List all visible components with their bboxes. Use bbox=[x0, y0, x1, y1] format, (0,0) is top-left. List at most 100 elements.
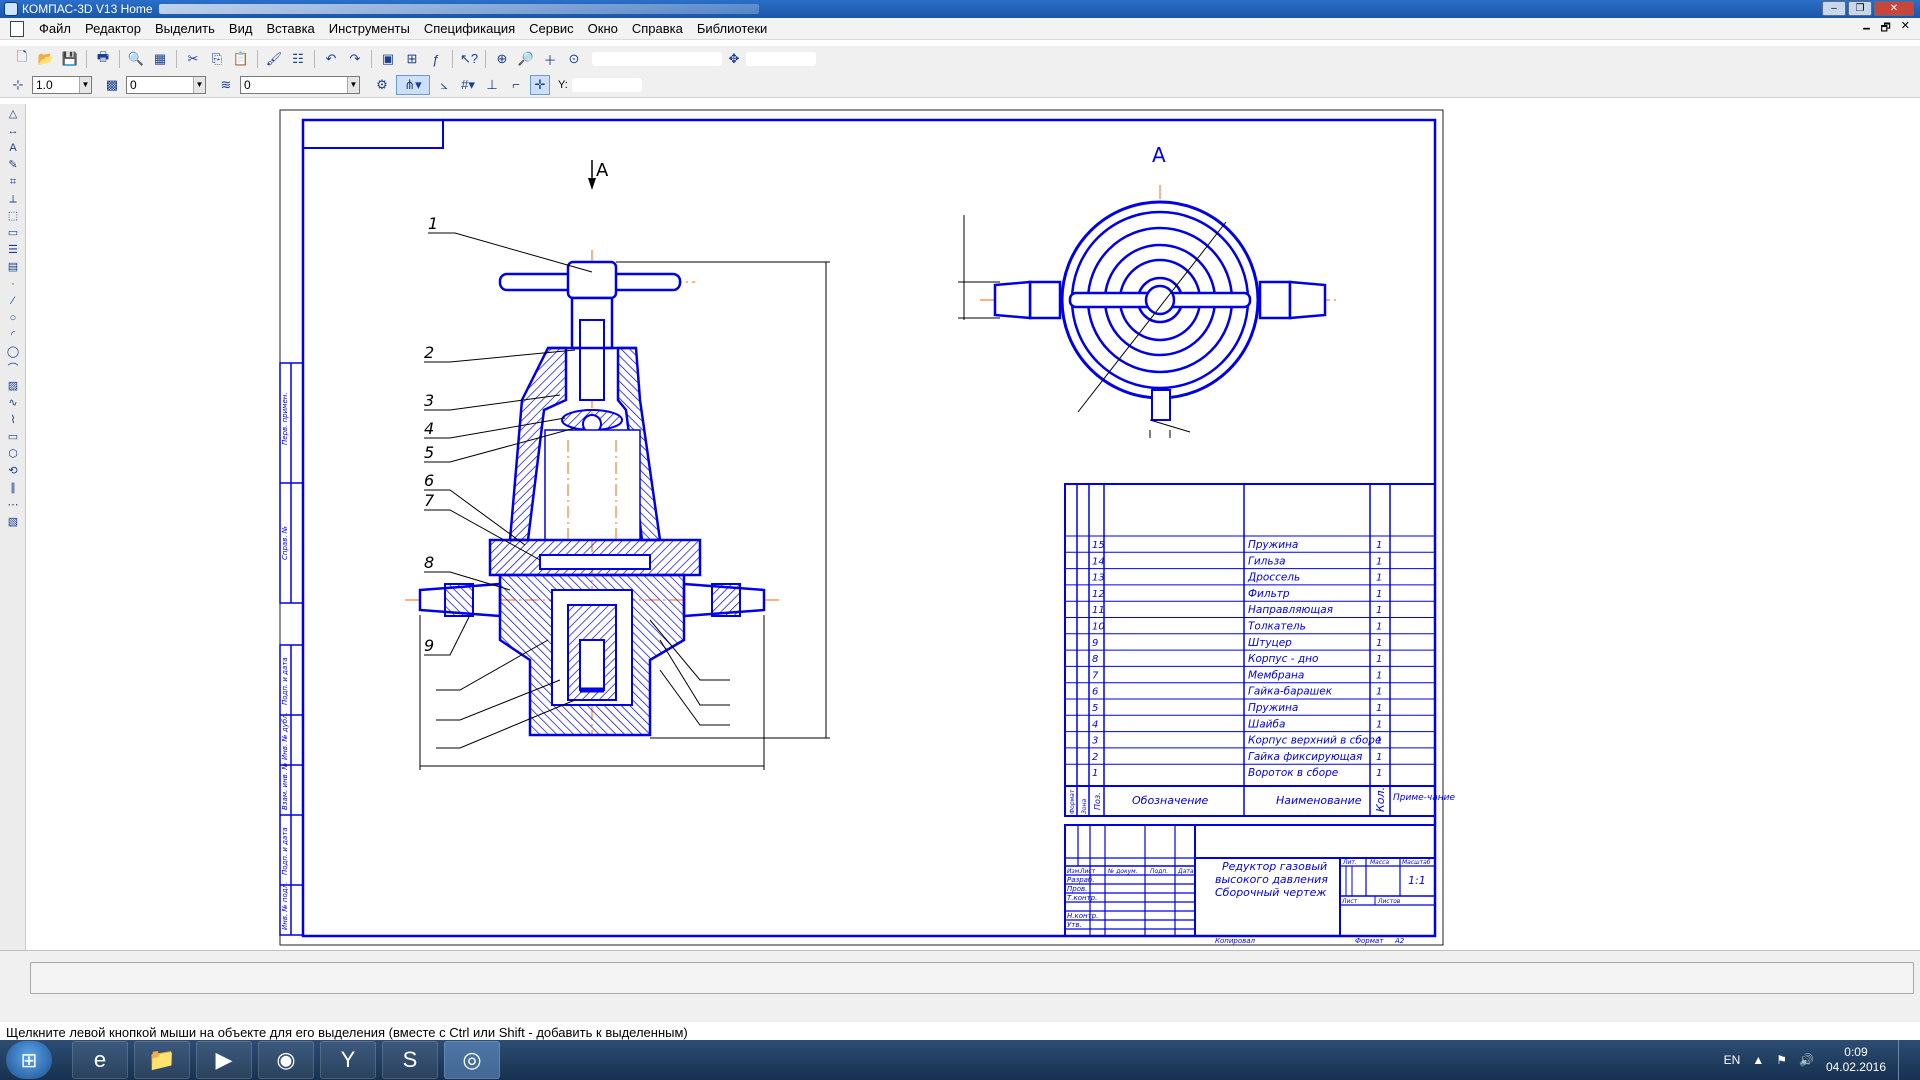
cut-icon[interactable]: ✂ bbox=[183, 49, 203, 69]
ortho-icon[interactable]: ⌐ bbox=[506, 75, 526, 95]
zoom-all-icon[interactable]: 🔎 bbox=[516, 49, 536, 69]
menu-libraries[interactable]: Библиотеки bbox=[690, 21, 774, 36]
tray-expand-icon[interactable]: ▲ bbox=[1752, 1053, 1764, 1067]
zoom-field-redacted[interactable] bbox=[592, 52, 722, 66]
chrome-icon[interactable]: ◉ bbox=[258, 1041, 314, 1079]
grid-step-icon[interactable]: ⊹ bbox=[8, 75, 28, 95]
spec-tools-icon[interactable]: ☰ bbox=[4, 243, 22, 257]
print-icon[interactable]: 🖶 bbox=[93, 49, 113, 69]
menu-specification[interactable]: Спецификация bbox=[417, 21, 522, 36]
network-icon[interactable]: ⚑ bbox=[1776, 1053, 1787, 1067]
ellipse-icon[interactable]: ◯ bbox=[4, 345, 22, 359]
contour-icon[interactable]: ⟲ bbox=[4, 464, 22, 478]
style-combo[interactable]: 0 ▼ bbox=[240, 75, 360, 94]
clock[interactable]: 0:09 04.02.2016 bbox=[1826, 1045, 1886, 1075]
polyline-icon[interactable]: ⌇ bbox=[4, 413, 22, 427]
menu-service[interactable]: Сервис bbox=[522, 21, 581, 36]
file-explorer-icon[interactable]: 📁 bbox=[134, 1041, 190, 1079]
local-cs-icon[interactable]: ⊥ bbox=[482, 75, 502, 95]
equidistant-icon[interactable]: ∥ bbox=[4, 481, 22, 495]
zoom-in-icon[interactable]: ＋ bbox=[540, 49, 560, 69]
paste-icon[interactable]: 📋 bbox=[231, 49, 251, 69]
view-layer-icon[interactable]: ▩ bbox=[102, 75, 122, 95]
menu-insert[interactable]: Вставка bbox=[259, 21, 321, 36]
help-pointer-icon[interactable]: ↖? bbox=[459, 49, 479, 69]
maximize-button[interactable]: ❐ bbox=[1848, 1, 1872, 16]
measure-icon[interactable]: ⟂ bbox=[4, 192, 22, 206]
media-player-icon[interactable]: ▶ bbox=[196, 1041, 252, 1079]
parameters-icon[interactable]: ⚙ bbox=[372, 75, 392, 95]
cursor-snap-icon[interactable]: ✛ bbox=[530, 74, 550, 95]
symbols-tools-icon[interactable]: A bbox=[4, 141, 22, 155]
views-tools-icon[interactable]: ▭ bbox=[4, 226, 22, 240]
fill-icon[interactable]: ▧ bbox=[4, 515, 22, 529]
manager-icon[interactable]: ☷ bbox=[288, 49, 308, 69]
arc-icon[interactable]: ◜ bbox=[4, 328, 22, 342]
step-combo[interactable]: 1.0 ▼ bbox=[32, 75, 92, 94]
point-icon[interactable]: · bbox=[4, 277, 22, 291]
snap-magnet-icon[interactable]: ⋔▾ bbox=[396, 74, 430, 95]
polygon-icon[interactable]: ⬡ bbox=[4, 447, 22, 461]
menu-editor[interactable]: Редактор bbox=[78, 21, 148, 36]
editing-tools-icon[interactable]: ✎ bbox=[4, 158, 22, 172]
properties-icon[interactable]: ▦ bbox=[150, 49, 170, 69]
undo-icon[interactable]: ↶ bbox=[321, 49, 341, 69]
open-folder-icon[interactable]: 📂 bbox=[36, 49, 56, 69]
coordinates-field[interactable] bbox=[571, 77, 642, 92]
line-icon[interactable]: ⁄ bbox=[4, 294, 22, 308]
circle-icon[interactable]: ○ bbox=[4, 311, 22, 325]
print-preview-icon[interactable]: 🔍 bbox=[126, 49, 146, 69]
menu-help[interactable]: Справка bbox=[625, 21, 690, 36]
geometry-tools-icon[interactable]: △ bbox=[4, 107, 22, 121]
format-painter-icon[interactable]: 🖌 bbox=[264, 49, 284, 69]
new-document-icon[interactable]: 🗋 bbox=[12, 49, 32, 69]
dimensions-tools-icon[interactable]: ↔ bbox=[4, 124, 22, 138]
property-panel-field[interactable] bbox=[30, 962, 1914, 994]
doc-minimize-icon[interactable]: 🗕 bbox=[1863, 19, 1871, 38]
menu-tools[interactable]: Инструменты bbox=[322, 21, 417, 36]
doc-close-icon[interactable]: ✕ bbox=[1901, 19, 1910, 38]
close-button[interactable]: ✕ bbox=[1874, 1, 1914, 16]
variables-icon[interactable]: ⊞ bbox=[402, 49, 422, 69]
function-icon[interactable]: ƒ bbox=[426, 49, 446, 69]
grid-icon[interactable]: #▾ bbox=[458, 75, 478, 95]
document-icon[interactable] bbox=[10, 20, 24, 37]
chevron-down-icon[interactable]: ▼ bbox=[347, 76, 359, 93]
show-desktop-button[interactable] bbox=[1898, 1040, 1910, 1080]
kompas-taskbar-icon[interactable]: ◎ bbox=[444, 1041, 500, 1079]
fillet-icon[interactable]: ⌒ bbox=[4, 362, 22, 376]
reports-icon[interactable]: ▤ bbox=[4, 260, 22, 274]
rectangle-icon[interactable]: ▭ bbox=[4, 430, 22, 444]
chevron-down-icon[interactable]: ▼ bbox=[193, 76, 205, 93]
round-icon[interactable]: ⦣ bbox=[434, 75, 454, 95]
hatch-icon[interactable]: ▨ bbox=[4, 379, 22, 393]
drawing-canvas[interactable]: Перв. примен. Справ. № Подп. и дата Инв.… bbox=[27, 100, 1920, 950]
save-icon[interactable]: 💾 bbox=[60, 49, 80, 69]
library-manager-icon[interactable]: ▣ bbox=[378, 49, 398, 69]
menu-window[interactable]: Окно bbox=[581, 21, 625, 36]
yandex-browser-icon[interactable]: Y bbox=[320, 1041, 376, 1079]
menu-view[interactable]: Вид bbox=[222, 21, 260, 36]
minimize-button[interactable]: – bbox=[1822, 1, 1846, 16]
language-indicator[interactable]: EN bbox=[1724, 1053, 1741, 1067]
zoom-scale-icon[interactable]: ⊙ bbox=[564, 49, 584, 69]
menu-select[interactable]: Выделить bbox=[148, 21, 222, 36]
spline-icon[interactable]: ∿ bbox=[4, 396, 22, 410]
zoom-window-icon[interactable]: ⊕ bbox=[492, 49, 512, 69]
skype-icon[interactable]: S bbox=[382, 1041, 438, 1079]
layer-combo[interactable]: 0 ▼ bbox=[126, 75, 206, 94]
drawing-sheet-svg[interactable]: Перв. примен. Справ. № Подп. и дата Инв.… bbox=[27, 100, 1920, 950]
menu-file[interactable]: Файл bbox=[32, 21, 78, 36]
volume-icon[interactable]: 🔊 bbox=[1799, 1053, 1814, 1067]
select-tools-icon[interactable]: ⬚ bbox=[4, 209, 22, 223]
layers-icon[interactable]: ≋ bbox=[216, 75, 236, 95]
doc-restore-icon[interactable]: 🗗 bbox=[1880, 19, 1890, 38]
start-button[interactable]: ⊞ bbox=[6, 1041, 52, 1079]
copy-icon[interactable]: ⎘ bbox=[207, 49, 227, 69]
internet-explorer-icon[interactable]: e bbox=[72, 1041, 128, 1079]
pan-icon[interactable]: ✥ bbox=[724, 49, 744, 69]
chevron-down-icon[interactable]: ▼ bbox=[79, 76, 91, 93]
offset-icon[interactable]: ⋯ bbox=[4, 498, 22, 512]
redo-icon[interactable]: ↷ bbox=[345, 49, 365, 69]
parametrization-icon[interactable]: ⌗ bbox=[4, 175, 22, 189]
